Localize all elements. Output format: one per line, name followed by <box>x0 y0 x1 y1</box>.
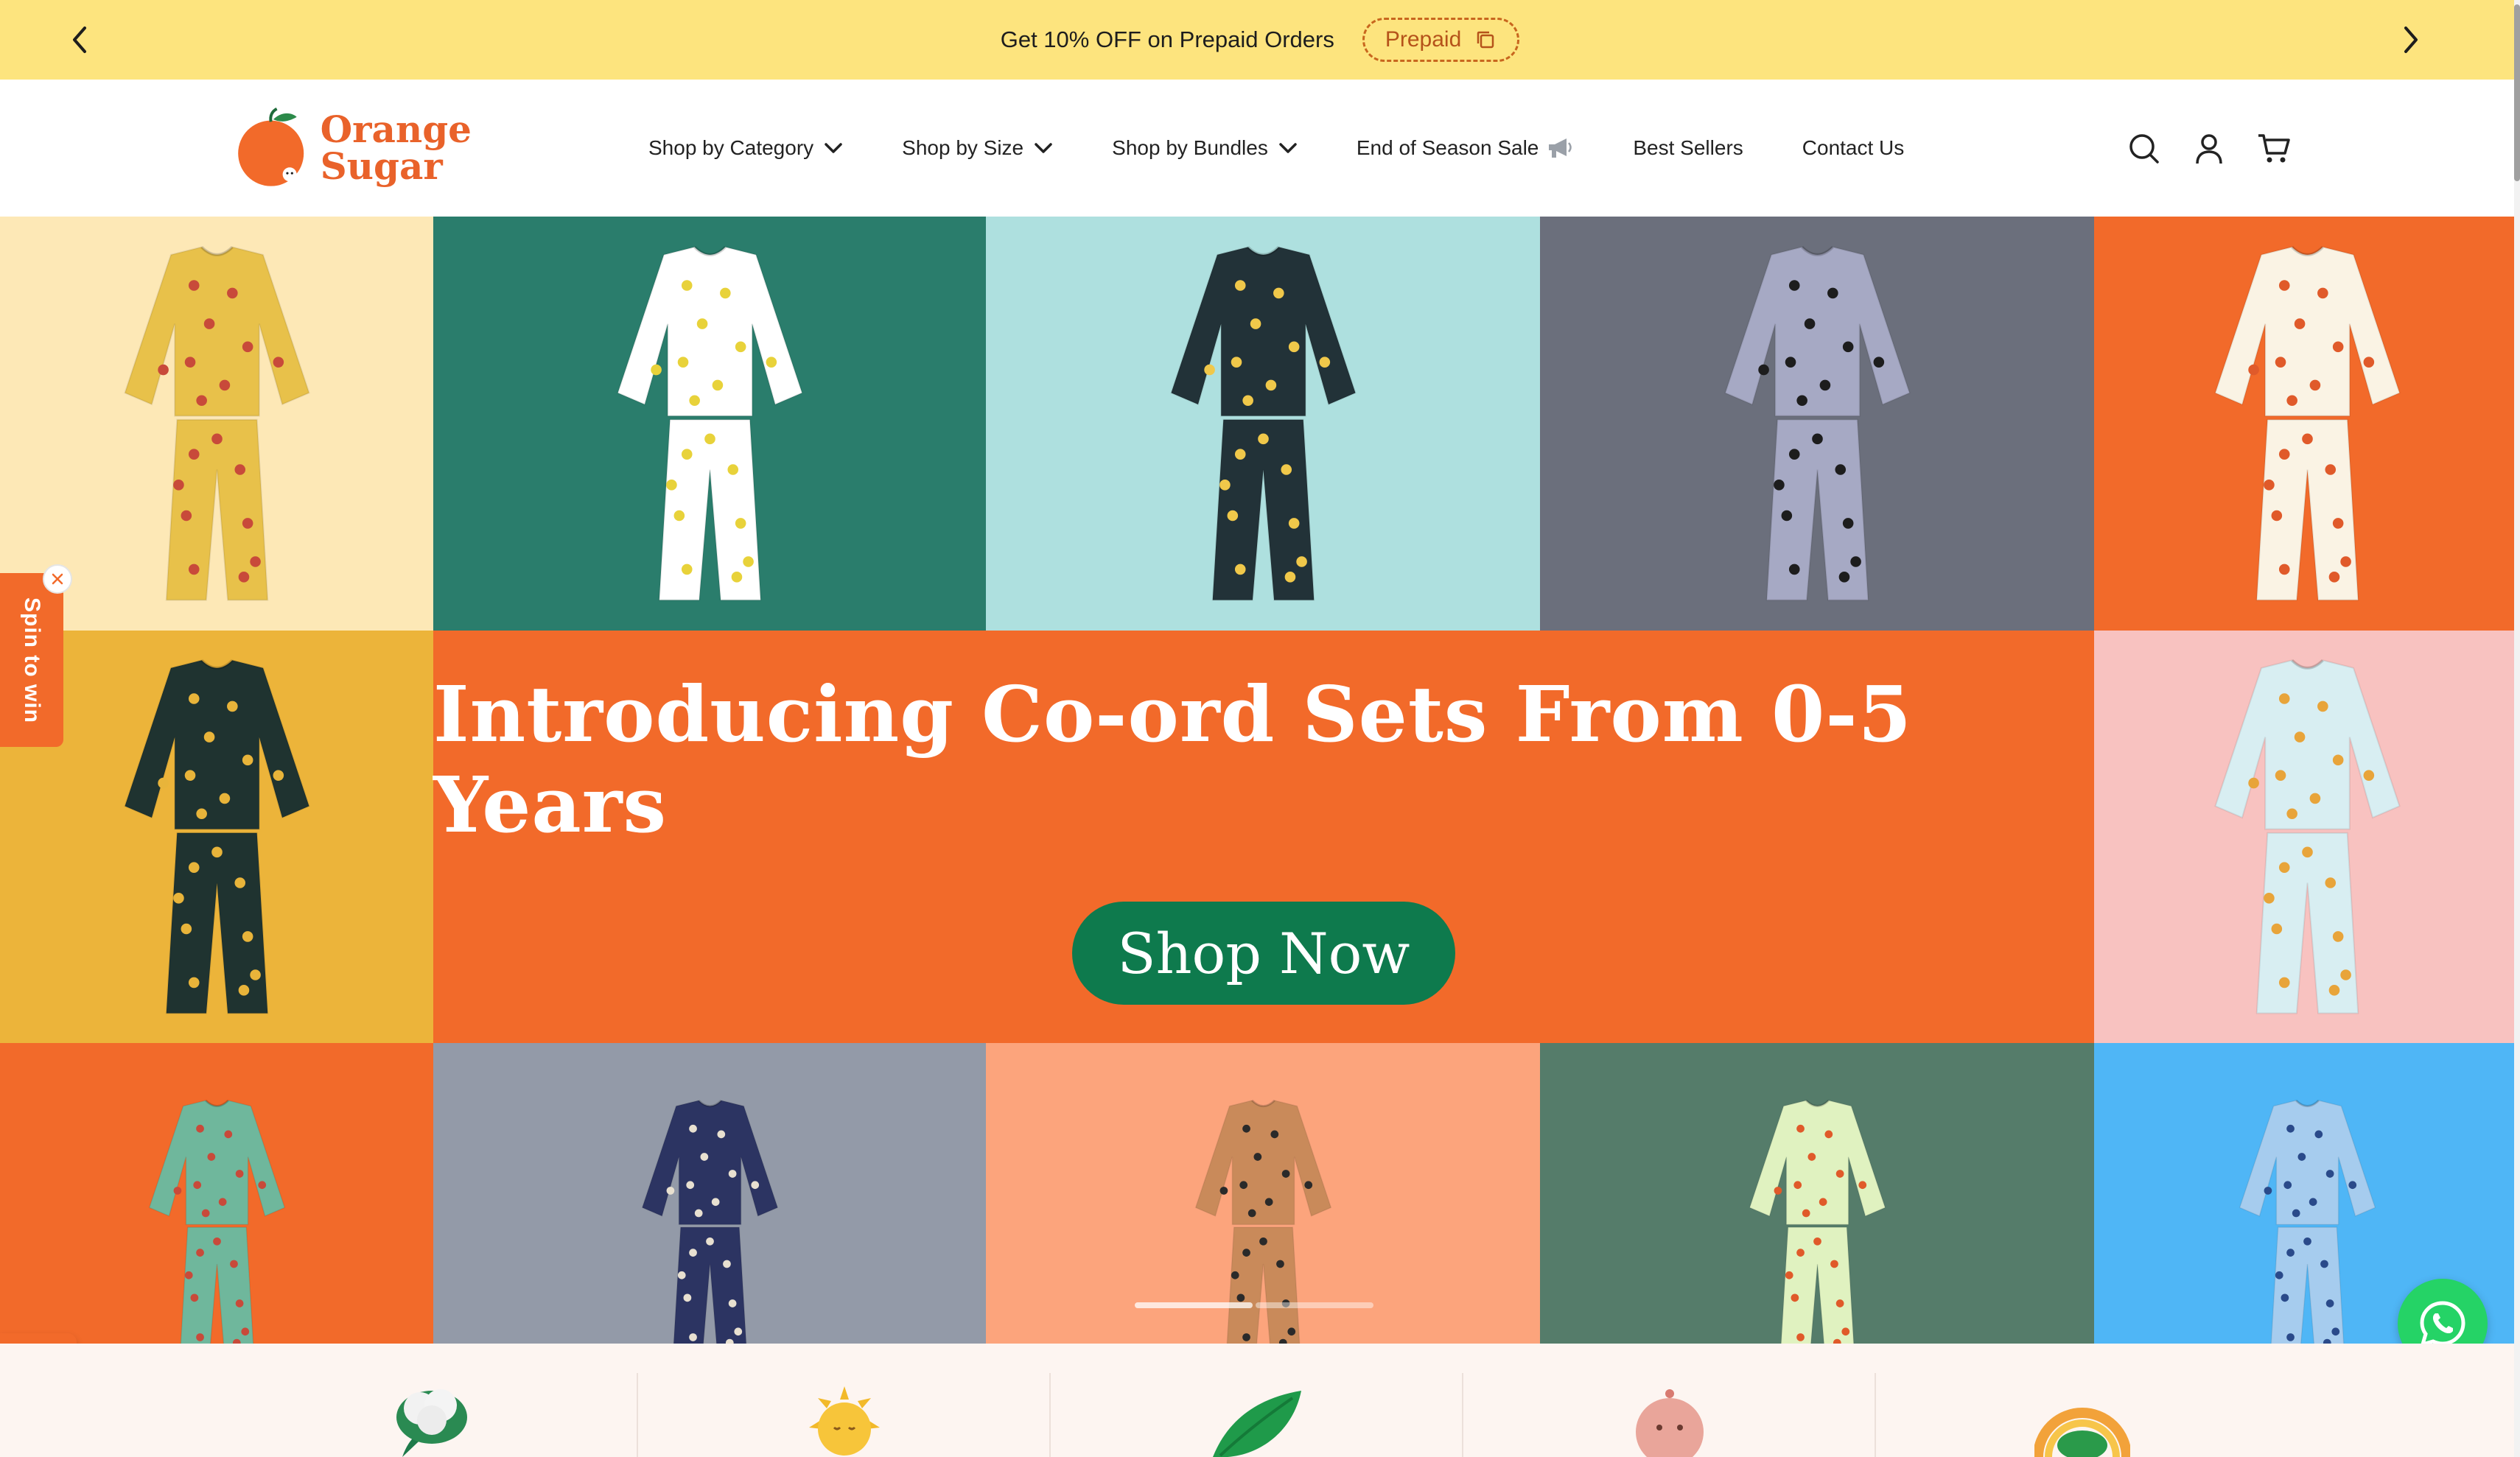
features-strip <box>0 1344 2520 1457</box>
product-tile[interactable] <box>0 631 433 1043</box>
close-icon <box>52 573 63 585</box>
hero-carousel: Introducing Co-ord Sets From 0-5 Years S… <box>0 217 2520 1344</box>
pajama-set-image <box>123 659 310 1014</box>
megaphone-icon <box>1549 138 1572 158</box>
whatsapp-icon <box>2420 1301 2465 1347</box>
nav-best-sellers[interactable]: Best Sellers <box>1633 136 1743 160</box>
nav-end-of-season-sale[interactable]: End of Season Sale <box>1357 136 1575 161</box>
baby-face-icon <box>1636 1389 1704 1457</box>
spin-to-win-label: Spin to win <box>20 597 44 723</box>
announcement-bar: Get 10% OFF on Prepaid Orders Prepaid <box>0 0 2520 80</box>
announcement-next-button[interactable] <box>2387 16 2435 63</box>
nav-label: End of Season Sale <box>1356 136 1539 159</box>
nav-shop-by-bundles[interactable]: Shop by Bundles <box>1112 136 1298 160</box>
copy-icon <box>1477 31 1494 49</box>
logo-text-orange: Orange <box>320 108 472 151</box>
feature-sun <box>638 1344 1051 1457</box>
scrollbar-thumb[interactable] <box>2514 4 2520 181</box>
site-header: Orange Sugar Shop by Category Shop by Si… <box>0 80 2520 217</box>
pajama-set-image <box>1723 245 1911 601</box>
nav-label: Contact Us <box>1802 136 1905 159</box>
account-button[interactable] <box>2191 131 2227 166</box>
chevron-down-icon <box>1035 143 1052 153</box>
pajama-set-image <box>2213 245 2401 601</box>
feature-leaf <box>1051 1344 1463 1457</box>
nav-label: Shop by Size <box>902 136 1024 159</box>
product-tile[interactable] <box>1540 217 2094 631</box>
logo-link[interactable]: Orange Sugar <box>236 99 472 197</box>
product-tile[interactable] <box>433 1043 986 1344</box>
user-icon <box>2196 134 2222 164</box>
hero-headline: Introducing Co-ord Sets From 0-5 Years <box>433 669 1912 850</box>
nav-shop-by-size[interactable]: Shop by Size <box>902 136 1053 160</box>
pajama-set-image <box>123 245 310 601</box>
hero-banner: Introducing Co-ord Sets From 0-5 Years S… <box>433 631 2094 1043</box>
main-nav: Shop by Category Shop by Size Shop by Bu… <box>648 80 1963 217</box>
cotton-flower-icon <box>396 1389 467 1457</box>
spin-to-win-tab[interactable]: Spin to win <box>0 573 63 747</box>
nav-contact-us[interactable]: Contact Us <box>1802 136 1905 160</box>
nav-shop-by-category[interactable]: Shop by Category <box>648 136 843 160</box>
nav-label: Shop by Category <box>648 136 814 159</box>
carousel-dot[interactable] <box>1256 1302 1373 1308</box>
product-tile[interactable] <box>986 1043 1540 1344</box>
pajama-set-image <box>2239 1099 2376 1344</box>
pajama-set-image <box>1169 245 1357 601</box>
sun-icon <box>809 1386 880 1456</box>
product-tile[interactable] <box>2094 631 2520 1043</box>
announcement-prev-button[interactable] <box>56 16 103 63</box>
product-tile[interactable] <box>986 217 1540 631</box>
nav-label: Shop by Bundles <box>1112 136 1268 159</box>
orange-logo-icon <box>238 107 304 186</box>
cart-button[interactable] <box>2256 131 2292 166</box>
feature-cotton <box>225 1344 638 1457</box>
product-tile[interactable] <box>1540 1043 2094 1344</box>
chevron-right-icon <box>2404 27 2418 53</box>
feature-rainbow <box>1876 1344 2289 1457</box>
leaf-icon <box>1213 1391 1301 1457</box>
search-icon <box>2129 134 2159 164</box>
prepaid-code-button[interactable]: Prepaid <box>1362 18 1520 62</box>
announcement-message: Get 10% OFF on Prepaid Orders <box>1000 27 1334 52</box>
search-button[interactable] <box>2127 131 2162 166</box>
carousel-dot-active[interactable] <box>1135 1302 1253 1308</box>
chevron-down-icon <box>1279 143 1297 153</box>
pajama-set-image <box>616 245 803 601</box>
pajama-set-image <box>148 1099 285 1344</box>
pajama-set-image <box>2213 659 2401 1014</box>
pajama-set-image <box>1749 1099 1886 1344</box>
page-scrollbar[interactable] <box>2514 0 2520 1457</box>
logo-text-sugar: Sugar <box>320 144 443 188</box>
feature-baby <box>1463 1344 1876 1457</box>
pajama-set-image <box>641 1099 778 1344</box>
chevron-left-icon <box>73 27 86 53</box>
rainbow-icon <box>2034 1408 2130 1457</box>
cart-icon <box>2258 134 2290 163</box>
product-tile[interactable] <box>2094 217 2520 631</box>
chevron-down-icon <box>825 143 842 153</box>
spin-to-win-close-button[interactable] <box>43 564 72 594</box>
nav-label: Best Sellers <box>1633 136 1743 159</box>
shop-now-button[interactable]: Shop Now <box>1072 902 1455 1005</box>
carousel-indicator <box>1135 1302 1373 1308</box>
header-icons <box>2127 131 2292 166</box>
product-tile[interactable] <box>433 217 986 631</box>
product-tile[interactable] <box>0 1043 433 1344</box>
prepaid-code-label: Prepaid <box>1385 27 1462 52</box>
